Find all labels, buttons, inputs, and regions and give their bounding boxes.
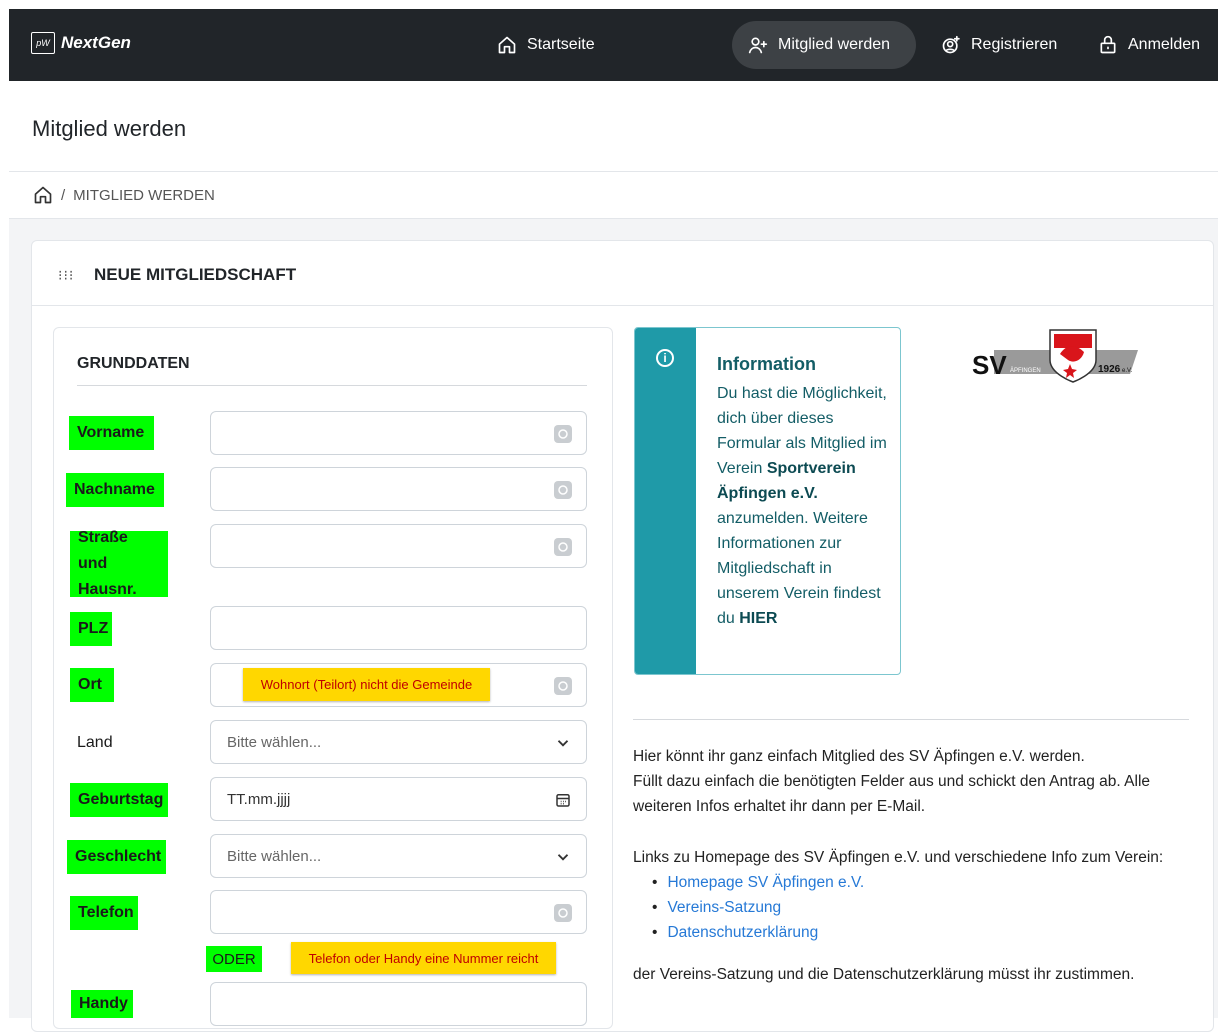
logo-suffix: e.V. bbox=[1122, 368, 1132, 374]
label-strasse: Straße und Hausnr. bbox=[70, 529, 168, 598]
nav-join-label: Mitglied werden bbox=[778, 36, 891, 53]
section-title: GRUNDDATEN bbox=[77, 355, 190, 372]
info-here-link[interactable]: HIER bbox=[739, 610, 777, 627]
section-divider bbox=[77, 385, 587, 386]
geburtstag-input[interactable]: TT.mm.jjjj bbox=[210, 777, 587, 821]
lock-icon bbox=[1100, 35, 1116, 54]
info-strip: i bbox=[635, 328, 696, 674]
link-homepage[interactable]: Homepage SV Äpfingen e.V. bbox=[652, 870, 864, 895]
info-title: Information bbox=[717, 354, 816, 374]
land-select[interactable]: Bitte wählen... bbox=[210, 720, 587, 764]
info-icon: i bbox=[656, 349, 674, 367]
telefon-input[interactable] bbox=[210, 890, 587, 934]
intro-paragraph: Hier könnt ihr ganz einfach Mitglied des… bbox=[633, 744, 1193, 819]
info-links-list: Homepage SV Äpfingen e.V. Vereins-Satzun… bbox=[652, 870, 864, 945]
plz-input[interactable] bbox=[210, 606, 587, 650]
land-placeholder: Bitte wählen... bbox=[227, 733, 322, 751]
label-land: Land bbox=[77, 734, 113, 751]
brand-name: NextGen bbox=[61, 33, 131, 52]
link-satzung[interactable]: Vereins-Satzung bbox=[652, 895, 864, 920]
breadcrumb-separator: / bbox=[61, 186, 66, 204]
brand-logo-mark: pW bbox=[31, 32, 55, 54]
links-intro: Links zu Homepage des SV Äpfingen e.V. u… bbox=[633, 849, 1164, 866]
logo-letters: SV bbox=[972, 350, 1007, 380]
handy-input[interactable] bbox=[210, 982, 587, 1026]
autofill-key-icon bbox=[554, 425, 572, 443]
club-logo: SV ÄPFINGEN 1926 e.V. bbox=[972, 329, 1138, 383]
intro-line-1: Hier könnt ihr ganz einfach Mitglied des… bbox=[633, 748, 1085, 765]
logo-place: ÄPFINGEN bbox=[1010, 367, 1041, 374]
label-plz: PLZ bbox=[70, 612, 112, 646]
ort-hint-note: Wohnort (Teilort) nicht die Gemeinde bbox=[243, 668, 490, 701]
geschlecht-select[interactable]: Bitte wählen... bbox=[210, 834, 587, 878]
label-geburtstag: Geburtstag bbox=[70, 783, 168, 817]
home-icon bbox=[498, 36, 516, 54]
breadcrumb-current: MITGLIED WERDEN bbox=[73, 186, 215, 204]
breadcrumb: / MITGLIED WERDEN bbox=[9, 172, 1218, 219]
link-datenschutz[interactable]: Datenschutzerklärung bbox=[652, 920, 864, 945]
information-box: i Information Du hast die Möglichkeit, d… bbox=[634, 327, 901, 675]
oder-label: ODER bbox=[206, 946, 262, 972]
autofill-key-icon bbox=[554, 538, 572, 556]
logo-year: 1926 bbox=[1098, 364, 1121, 375]
nav-register-label: Registrieren bbox=[971, 36, 1058, 53]
nav-join[interactable]: Mitglied werden bbox=[732, 21, 916, 69]
top-navbar: pW NextGen Startseite Mitglied werden Re… bbox=[9, 9, 1218, 81]
card-header: ⁝⁝⁝ NEUE MITGLIEDSCHAFT bbox=[32, 241, 1213, 306]
label-vorname: Vorname bbox=[69, 416, 154, 450]
page-header: Mitglied werden bbox=[9, 81, 1218, 172]
autofill-key-icon bbox=[554, 677, 572, 695]
grid-dots-icon: ⁝⁝⁝ bbox=[58, 267, 75, 283]
autofill-key-icon bbox=[554, 481, 572, 499]
brand-logo[interactable]: pW NextGen bbox=[31, 32, 131, 54]
nav-login[interactable]: Anmelden bbox=[1098, 21, 1200, 69]
strasse-input[interactable] bbox=[210, 524, 587, 568]
info-content: Information Du hast die Möglichkeit, dic… bbox=[717, 352, 892, 631]
geschlecht-placeholder: Bitte wählen... bbox=[227, 847, 322, 865]
label-telefon: Telefon bbox=[70, 896, 138, 930]
card-title: NEUE MITGLIEDSCHAFT bbox=[94, 265, 297, 284]
home-icon[interactable] bbox=[33, 185, 53, 205]
nachname-input[interactable] bbox=[210, 467, 587, 511]
nav-register[interactable]: Registrieren bbox=[941, 21, 1057, 69]
intro-line-2: Füllt dazu einfach die benötigten Felder… bbox=[633, 773, 1151, 815]
chevron-down-icon bbox=[557, 854, 569, 861]
content-divider bbox=[633, 719, 1189, 720]
nav-login-label: Anmelden bbox=[1128, 36, 1201, 53]
label-geschlecht: Geschlecht bbox=[67, 840, 166, 874]
calendar-icon[interactable] bbox=[554, 791, 572, 809]
user-plus-icon bbox=[748, 37, 768, 54]
geburtstag-placeholder: TT.mm.jjjj bbox=[227, 790, 291, 808]
page-title: Mitglied werden bbox=[32, 116, 187, 141]
consent-text: der Vereins-Satzung und die Datenschutze… bbox=[633, 966, 1135, 983]
label-handy: Handy bbox=[71, 990, 133, 1018]
nav-home[interactable]: Startseite bbox=[497, 21, 595, 69]
label-ort: Ort bbox=[70, 668, 114, 702]
label-nachname: Nachname bbox=[66, 473, 164, 507]
nav-home-label: Startseite bbox=[527, 36, 595, 53]
phone-hint-note: Telefon oder Handy eine Nummer reicht bbox=[291, 942, 556, 974]
chevron-down-icon bbox=[557, 740, 569, 747]
user-circle-plus-icon bbox=[942, 35, 960, 54]
autofill-key-icon bbox=[554, 904, 572, 922]
vorname-input[interactable] bbox=[210, 411, 587, 455]
